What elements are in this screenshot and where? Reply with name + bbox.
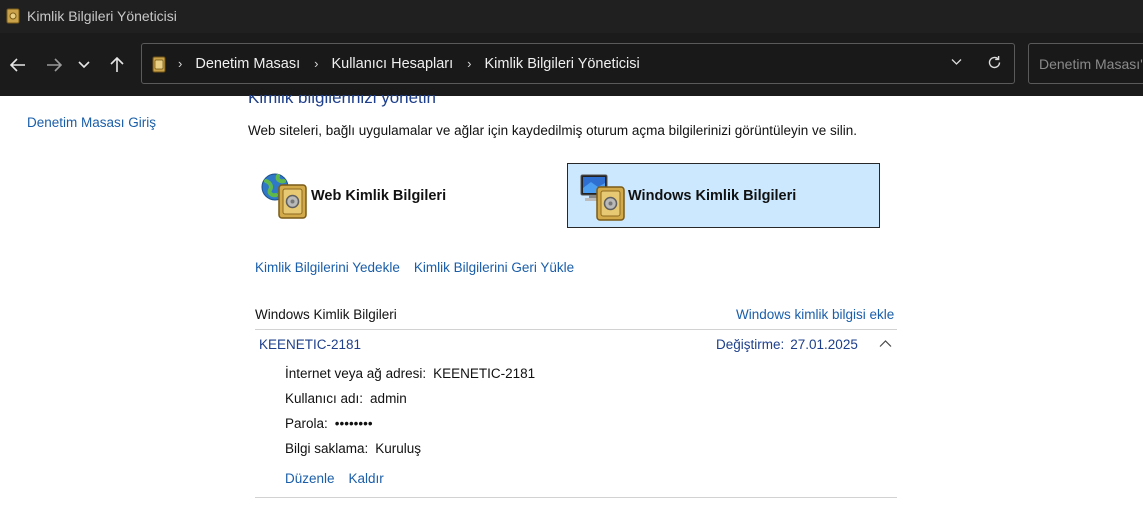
address-label: İnternet veya ağ adresi:: [285, 366, 427, 381]
back-arrow-icon: [10, 58, 25, 72]
modified-date: 27.01.2025: [790, 337, 858, 352]
breadcrumb-control-panel[interactable]: Denetim Masası: [195, 56, 300, 72]
username-label: Kullanıcı adı:: [285, 391, 364, 406]
section-title: Windows Kimlik Bilgileri: [255, 307, 397, 322]
persistence-label: Bilgi saklama:: [285, 441, 369, 456]
username-row: Kullanıcı adı: admin: [285, 391, 407, 406]
remove-link[interactable]: Kaldır: [349, 471, 384, 486]
backup-credentials-link[interactable]: Kimlik Bilgilerini Yedekle: [255, 260, 400, 275]
credential-name: KEENETIC-2181: [259, 337, 362, 352]
computer-vault-icon: [580, 174, 625, 221]
edit-link[interactable]: Düzenle: [285, 471, 335, 486]
up-arrow-icon: [110, 57, 124, 72]
credential-header[interactable]: KEENETIC-2181 Değiştirme: 27.01.2025: [255, 331, 897, 359]
address-row: İnternet veya ağ adresi: KEENETIC-2181: [285, 366, 535, 381]
divider: [255, 329, 897, 330]
recent-locations-button[interactable]: [72, 51, 96, 79]
add-windows-credential-link[interactable]: Windows kimlik bilgisi ekle: [736, 307, 894, 322]
persistence-value: Kuruluş: [375, 441, 422, 456]
folder-icon: [152, 56, 166, 73]
address-bar[interactable]: › Denetim Masası › Kullanıcı Hesapları ›…: [141, 43, 1015, 84]
globe-vault-icon: [261, 173, 307, 219]
chevron-right-icon: ›: [178, 56, 183, 71]
username-value: admin: [370, 391, 407, 406]
vault-icon: [6, 8, 20, 24]
back-button[interactable]: [6, 51, 30, 79]
recent-dropdown-icon: [78, 61, 90, 69]
modified-label: Değiştirme:: [716, 337, 785, 352]
windows-credentials-label: Windows Kimlik Bilgileri: [628, 188, 797, 204]
web-credentials-tile[interactable]: Web Kimlik Bilgileri: [256, 163, 552, 228]
password-row: Parola: ••••••••: [285, 416, 373, 431]
breadcrumb-credential-manager[interactable]: Kimlik Bilgileri Yöneticisi: [485, 56, 640, 72]
address-value: KEENETIC-2181: [433, 366, 536, 381]
control-panel-home-link[interactable]: Denetim Masası Giriş: [27, 115, 156, 130]
persistence-row: Bilgi saklama: Kuruluş: [285, 441, 421, 456]
refresh-icon[interactable]: [987, 55, 1002, 70]
password-value: ••••••••: [334, 416, 373, 431]
breadcrumb-user-accounts[interactable]: Kullanıcı Hesapları: [331, 56, 453, 72]
chevron-right-icon: ›: [467, 56, 472, 71]
page-description: Web siteleri, bağlı uygulamalar ve ağlar…: [248, 123, 858, 138]
chevron-down-icon[interactable]: [951, 58, 962, 66]
restore-credentials-link[interactable]: Kimlik Bilgilerini Geri Yükle: [414, 260, 574, 275]
credential-actions: Düzenle Kaldır: [285, 471, 384, 486]
password-label: Parola:: [285, 416, 328, 431]
window-title: Kimlik Bilgileri Yöneticisi: [27, 8, 177, 24]
navigation-bar: › Denetim Masası › Kullanıcı Hesapları ›…: [0, 33, 1143, 96]
forward-arrow-icon: [47, 58, 62, 72]
divider: [255, 497, 897, 498]
search-box[interactable]: [1028, 43, 1143, 84]
web-credentials-label: Web Kimlik Bilgileri: [311, 188, 447, 204]
chevron-up-icon[interactable]: [879, 339, 892, 348]
breadcrumb: › Denetim Masası › Kullanıcı Hesapları ›…: [178, 44, 654, 83]
search-input[interactable]: [1029, 44, 1143, 83]
backup-restore-links: Kimlik Bilgilerini Yedekle Kimlik Bilgil…: [255, 260, 574, 275]
up-button[interactable]: [105, 51, 129, 79]
forward-button[interactable]: [42, 51, 66, 79]
title-bar: Kimlik Bilgileri Yöneticisi: [0, 0, 1143, 33]
credential-modified: Değiştirme: 27.01.2025: [716, 337, 858, 352]
chevron-right-icon: ›: [314, 56, 319, 71]
windows-credentials-tile[interactable]: Windows Kimlik Bilgileri: [567, 163, 880, 228]
